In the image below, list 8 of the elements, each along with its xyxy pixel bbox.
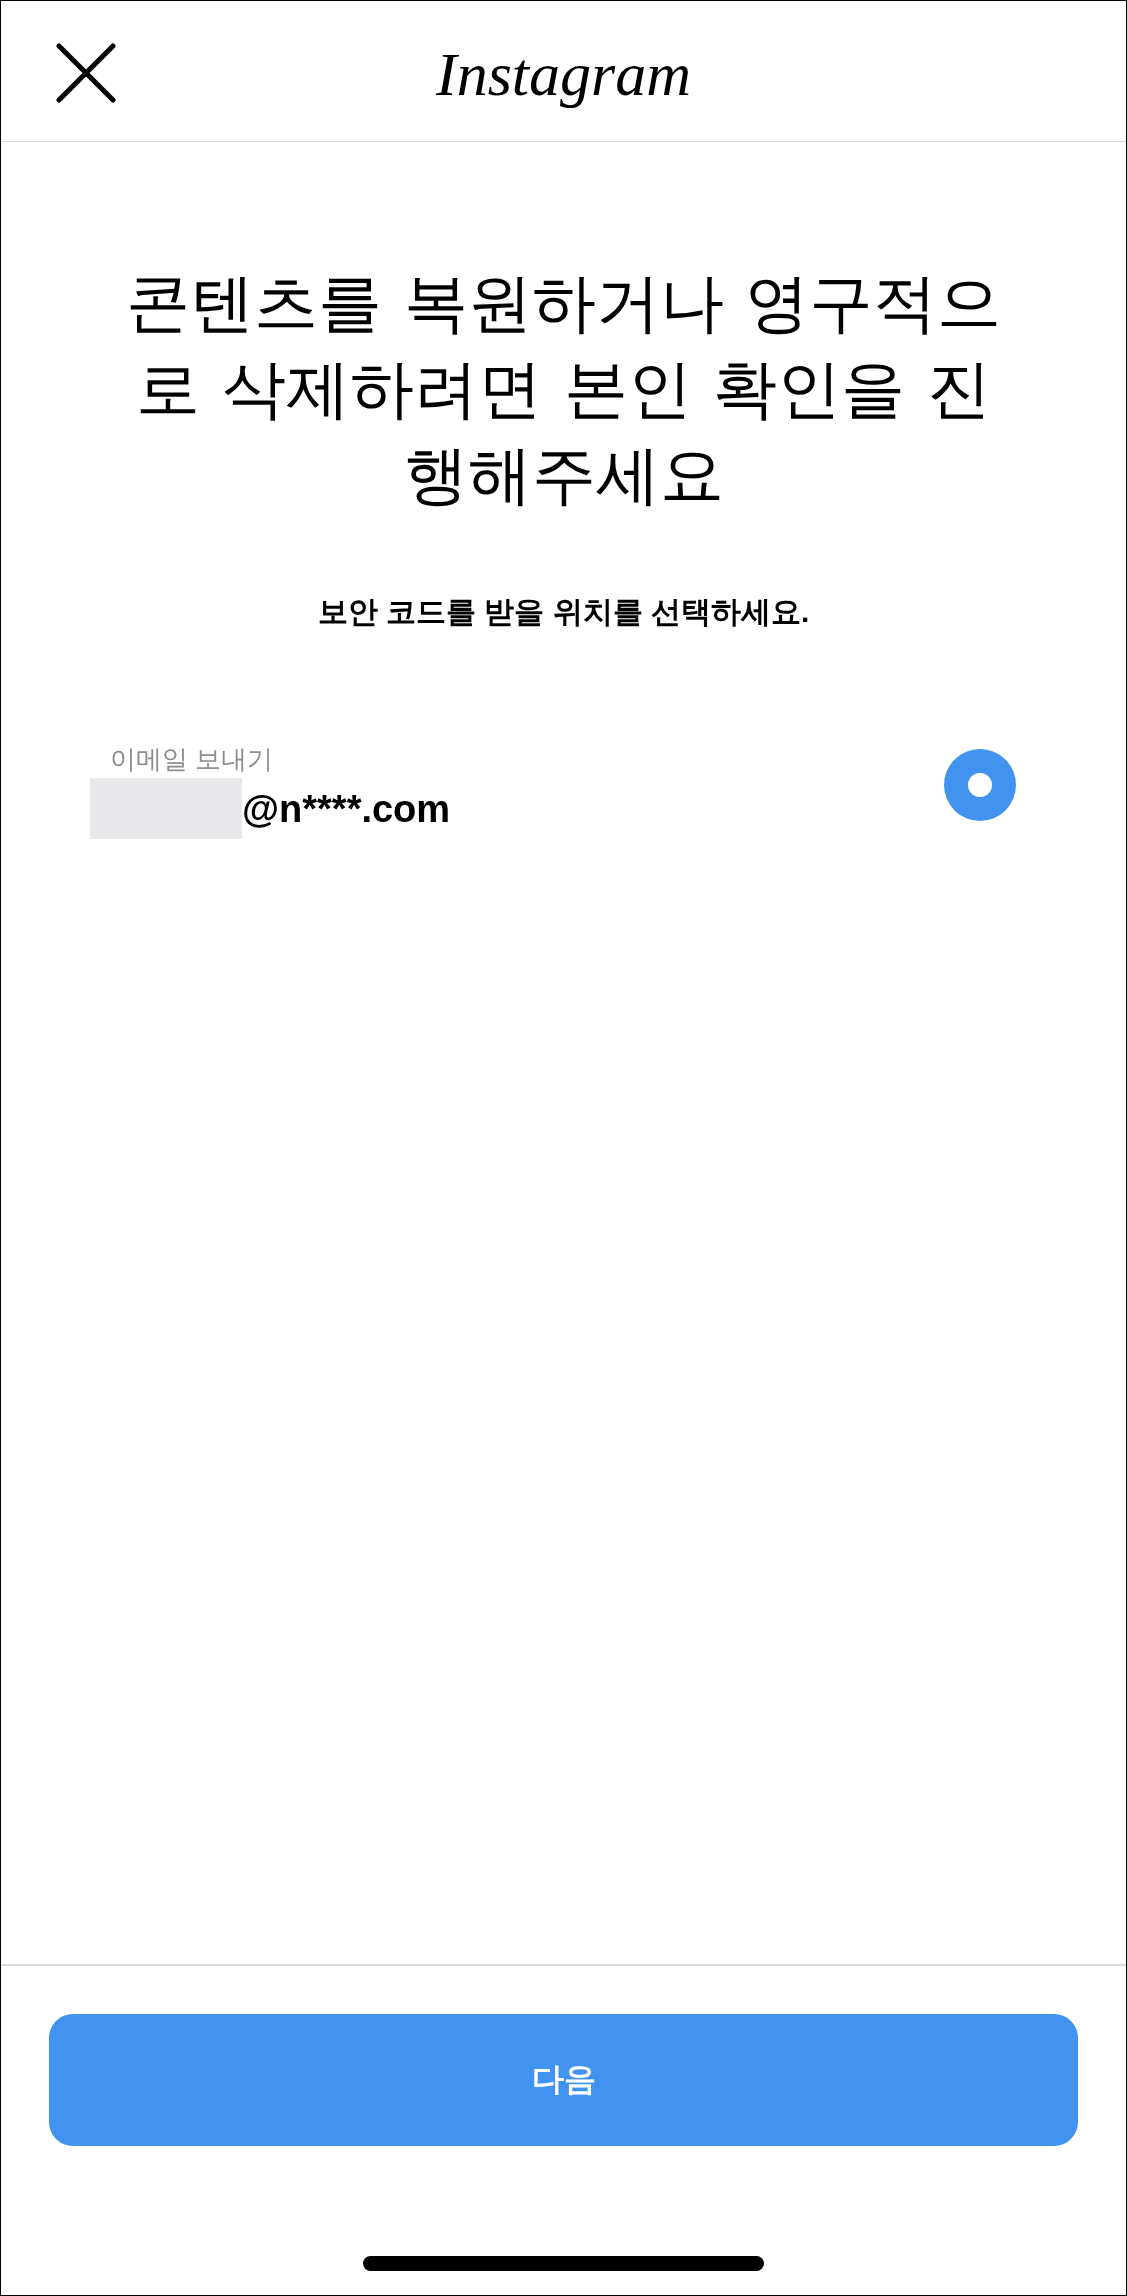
- email-address: @n****.com: [242, 786, 451, 831]
- next-button[interactable]: 다음: [49, 2014, 1078, 2146]
- page-subtitle: 보안 코드를 받을 위치를 선택하세요.: [317, 594, 810, 630]
- page-title: 콘텐츠를 복원하거나 영구적으로 삭제하려면 본인 확인을 진행해주세요: [124, 266, 1003, 513]
- close-button[interactable]: [56, 43, 116, 103]
- option-label: 이메일 보내기: [110, 743, 274, 775]
- close-icon: [56, 43, 116, 103]
- app-logo: Instagram: [436, 39, 691, 109]
